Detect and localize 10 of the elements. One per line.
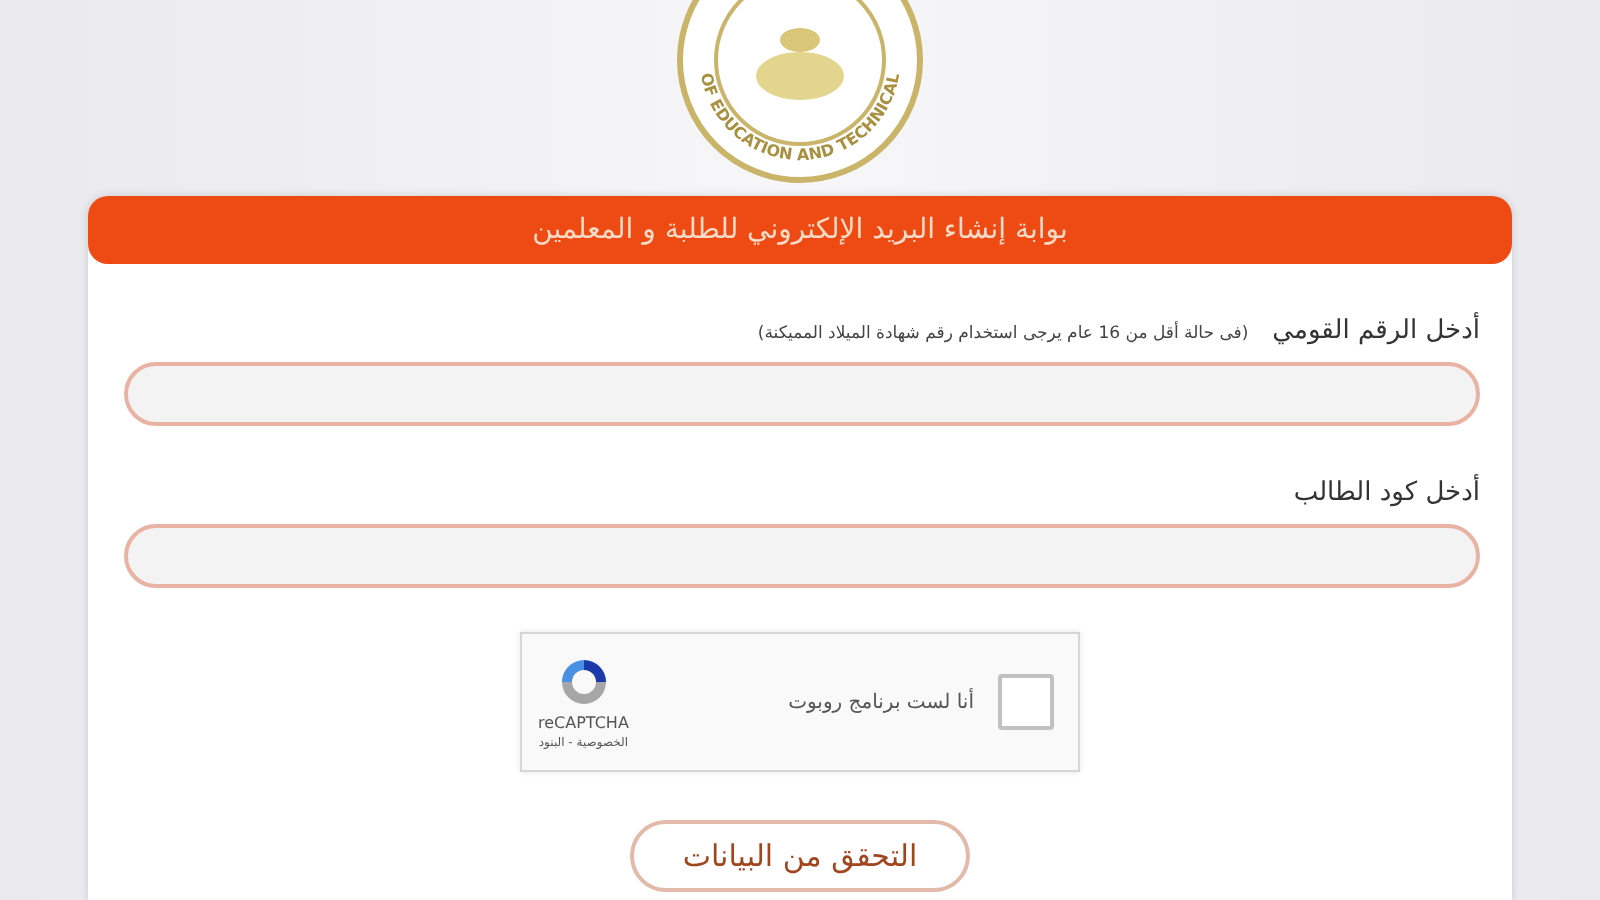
form-header: بوابة إنشاء البريد الإلكتروني للطلبة و المعلمين [88,196,1512,264]
field-label: أدخل الرقم القومي [1272,316,1480,346]
input-field[interactable] [124,362,1480,426]
input-field[interactable] [124,524,1480,588]
captcha-checkbox[interactable] [998,674,1054,730]
captcha-label: أنا لست برنامج روبوت [788,691,974,713]
captcha-brand: reCAPTCHA [538,714,629,732]
field-label: أدخل كود الطالب [1293,478,1480,508]
field-hint: (فى حالة أقل من 16 عام يرجى استخدام رقم شهادة الميلاد المميكنة) [757,324,1249,344]
verify-button[interactable]: التحقق من البيانات [630,820,970,892]
